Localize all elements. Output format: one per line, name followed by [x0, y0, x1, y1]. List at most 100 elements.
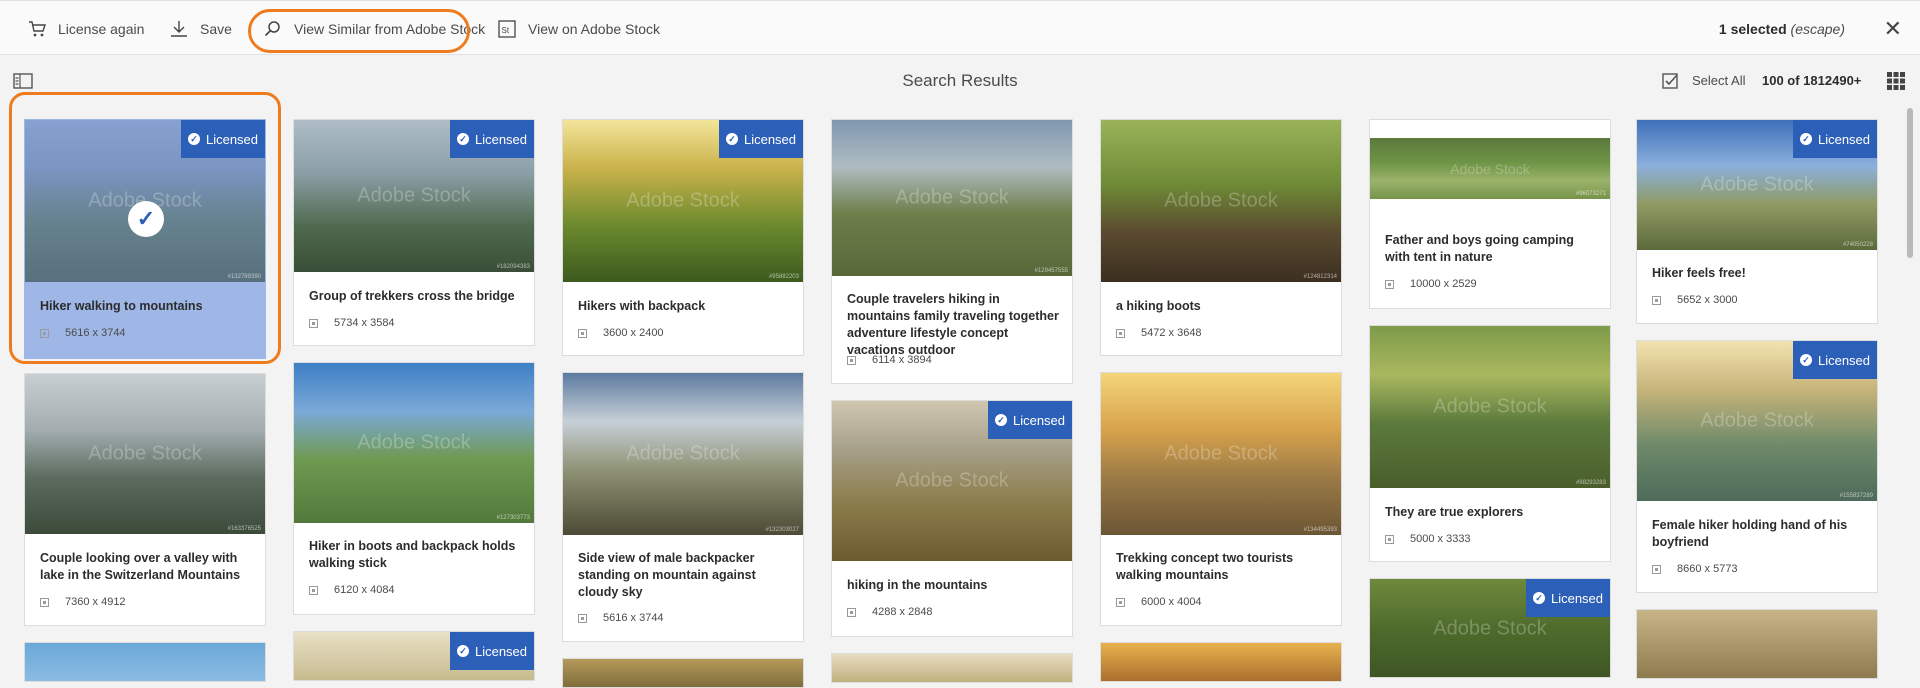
asset-title: They are true explorers	[1385, 505, 1524, 519]
asset-card[interactable]	[562, 658, 804, 688]
licensed-label: Licensed	[1817, 131, 1871, 147]
asset-card[interactable]: Adobe Stock #163376525 Couple looking ov…	[24, 373, 266, 626]
asset-card[interactable]: Adobe Stock #132303027 Side view of male…	[562, 372, 804, 642]
watermark: Adobe Stock	[1433, 617, 1547, 640]
asset-thumbnail: Adobe Stock #96073271	[1370, 138, 1610, 199]
asset-card[interactable]: ✓ Licensed	[293, 631, 535, 681]
asset-card[interactable]: Adobe Stock #132789390 ✓ Licensed ✓ Hiker…	[24, 119, 266, 359]
dimensions-icon	[40, 328, 49, 338]
asset-thumbnail: Adobe Stock #163376525	[25, 374, 265, 534]
asset-thumbnail: Adobe Stock #129457555	[832, 120, 1072, 276]
dimensions-value: 6000 x 4004	[1141, 596, 1202, 608]
stock-id: #163376525	[227, 526, 261, 532]
asset-dimensions: 8660 x 5773	[1652, 563, 1738, 575]
stock-id: #74050228	[1842, 242, 1873, 248]
stock-id: #132789390	[227, 274, 261, 280]
check-circle-icon: ✓	[1532, 592, 1545, 604]
dimensions-icon	[578, 613, 587, 623]
asset-thumbnail: Adobe Stock #124812314	[1101, 120, 1341, 282]
svg-text:St: St	[502, 26, 510, 35]
asset-card[interactable]: Adobe Stock #155837289 ✓ Licensed Female …	[1636, 340, 1878, 593]
checkmark-icon[interactable]: ✓	[128, 201, 164, 237]
watermark: Adobe Stock	[357, 184, 471, 207]
dimensions-value: 5734 x 3584	[334, 317, 395, 329]
licensed-label: Licensed	[1012, 412, 1066, 428]
asset-dimensions: 3600 x 2400	[578, 327, 664, 339]
selected-count: 1 selected	[1718, 21, 1787, 37]
view-on-stock-button[interactable]: St View on Adobe Stock	[498, 13, 660, 45]
licensed-badge: ✓ Licensed	[1793, 120, 1877, 158]
escape-hint: (escape)	[1790, 21, 1845, 37]
stock-id: #96073271	[1575, 191, 1606, 197]
asset-card[interactable]	[1100, 642, 1342, 682]
view-on-stock-label: View on Adobe Stock	[528, 21, 661, 37]
asset-title: Group of trekkers cross the bridge	[309, 289, 515, 303]
grid-view-icon[interactable]	[1887, 72, 1905, 95]
asset-thumbnail: Adobe Stock #98293283	[1370, 326, 1610, 488]
licensed-label: Licensed	[1817, 352, 1871, 368]
scroll-thumb[interactable]	[1907, 108, 1913, 258]
asset-dimensions: 10000 x 2529	[1385, 278, 1477, 290]
watermark: Adobe Stock	[895, 186, 1009, 209]
scrollbar[interactable]	[1905, 108, 1915, 667]
asset-thumbnail	[832, 654, 1072, 682]
page-title: Search Results	[902, 71, 1018, 90]
licensed-label: Licensed	[743, 131, 797, 147]
asset-thumbnail: Adobe Stock #127303773	[294, 363, 534, 523]
asset-title: Father and boys going camping with tent …	[1385, 233, 1574, 264]
asset-card[interactable]	[1636, 609, 1878, 679]
asset-card[interactable]: Adobe Stock #74050228 ✓ Licensed Hiker fe…	[1636, 119, 1878, 324]
asset-dimensions: 5616 x 3744	[40, 327, 126, 339]
dimensions-icon	[40, 597, 49, 607]
asset-title: a hiking boots	[1116, 299, 1201, 313]
dimensions-value: 8660 x 5773	[1677, 563, 1738, 575]
close-icon[interactable]: ✕	[1884, 18, 1902, 40]
asset-card[interactable]: Adobe Stock #95882203 ✓ Licensed Hikers w…	[562, 119, 804, 356]
asset-card[interactable]: Adobe Stock #96073271 Father and boys go…	[1369, 119, 1611, 309]
licensed-label: Licensed	[1550, 590, 1604, 606]
select-all-button[interactable]: Select All	[1662, 71, 1745, 89]
watermark: Adobe Stock	[1433, 395, 1547, 418]
save-button[interactable]: Save	[170, 13, 232, 45]
asset-card[interactable]: Adobe Stock #127303773 Hiker in boots an…	[293, 362, 535, 615]
asset-card[interactable]: Adobe Stock #182094383 ✓ Licensed Group o…	[293, 119, 535, 346]
stock-id: #182094383	[496, 264, 530, 270]
asset-dimensions: 6120 x 4084	[309, 584, 395, 596]
asset-dimensions: 7360 x 4912	[40, 596, 126, 608]
dimensions-value: 6120 x 4084	[334, 584, 395, 596]
check-circle-icon: ✓	[456, 645, 469, 657]
dimensions-value: 7360 x 4912	[65, 596, 126, 608]
asset-card[interactable]: Adobe Stock #134495393 Trekking concept …	[1100, 372, 1342, 626]
asset-thumbnail	[25, 643, 265, 681]
stock-id: #127303773	[496, 515, 530, 521]
asset-card[interactable]: Adobe Stock ✓ Licensed hiking in the moun…	[831, 400, 1073, 637]
license-again-label: License again	[58, 21, 145, 37]
asset-card[interactable]: Adobe Stock #98293283 They are true expl…	[1369, 325, 1611, 562]
asset-card[interactable]: Adobe Stock ✓ Licensed	[1369, 578, 1611, 678]
asset-card[interactable]: Adobe Stock #124812314 a hiking boots 54…	[1100, 119, 1342, 356]
asset-thumbnail	[1637, 610, 1877, 678]
check-circle-icon: ✓	[1799, 354, 1812, 366]
asset-card[interactable]	[831, 653, 1073, 683]
dimensions-value: 5652 x 3000	[1677, 294, 1738, 306]
stock-id: #132303027	[765, 527, 799, 533]
view-similar-highlight	[248, 9, 470, 53]
dimensions-value: 6114 x 3894	[872, 354, 932, 366]
asset-card[interactable]: Adobe Stock #129457555 Couple travelers …	[831, 119, 1073, 384]
licensed-badge: ✓ Licensed	[181, 120, 265, 158]
asset-thumbnail: Adobe Stock #134495393	[1101, 373, 1341, 535]
licensed-badge: ✓ Licensed	[1526, 579, 1610, 617]
asset-card[interactable]	[24, 642, 266, 682]
dimensions-icon	[847, 355, 856, 365]
select-all-icon	[1662, 73, 1678, 89]
dimensions-value: 4288 x 2848	[872, 606, 933, 618]
asset-title: Hikers with backpack	[578, 299, 706, 313]
licensed-badge: ✓ Licensed	[1793, 341, 1877, 379]
dimensions-icon	[578, 328, 587, 338]
watermark: Adobe Stock	[1164, 442, 1278, 465]
asset-dimensions: 5472 x 3648	[1116, 327, 1202, 339]
licensed-badge: ✓ Licensed	[450, 632, 534, 670]
license-again-button[interactable]: License again	[28, 13, 144, 45]
licensed-badge: ✓ Licensed	[988, 401, 1072, 439]
check-circle-icon: ✓	[456, 133, 469, 145]
